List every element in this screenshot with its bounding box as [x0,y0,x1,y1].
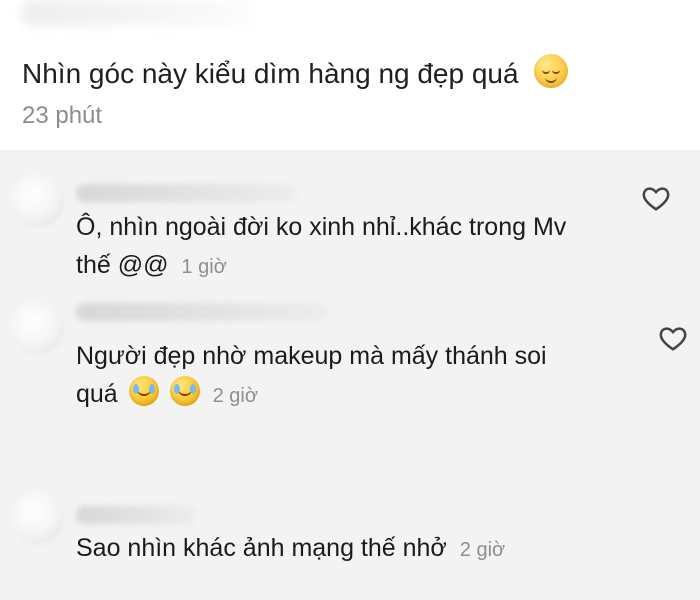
post-time: 23 phút [22,102,103,129]
comment-line-with-time: quá 2 giờ [76,375,547,415]
comment-text: Người đẹp nhờ makeup mà mấy thánh soi qu… [76,337,547,415]
relieved-face-icon [534,54,569,88]
heart-icon[interactable] [658,323,688,353]
comment-item: Người đẹp nhờ makeup mà mấy thánh soi qu… [0,293,700,443]
comments-screen: Nhìn góc này kiểu dìm hàng ng đẹp quá 23… [0,0,700,600]
blurred-username [76,506,196,524]
comment-line: Ô, nhìn ngoài đời ko xinh nhỉ..khác tron… [76,213,567,241]
comment-line: Sao nhìn khác ảnh mạng thế nhở [76,534,447,562]
comment-time: 2 giờ [459,539,506,561]
relieved-face-left-eye [542,67,551,74]
blurred-post-username [22,0,252,26]
avatar[interactable] [10,491,64,545]
comment-text: Ô, nhìn ngoài đời ko xinh nhỉ..khác tron… [76,208,566,286]
blurred-username [76,184,296,202]
heart-icon[interactable] [641,183,671,213]
post-caption: Nhìn góc này kiểu dìm hàng ng đẹp quá [22,54,569,90]
avatar[interactable] [10,174,64,228]
comment-time: 2 giờ [212,385,258,407]
comment-line-with-time: thế @@ 1 giờ [76,246,566,286]
laughing-face-icon [128,376,159,406]
comment-line: Người đẹp nhờ makeup mà mấy thánh soi [76,342,547,370]
comment-time: 1 giờ [181,256,227,278]
avatar[interactable] [10,301,64,355]
comment-item: Sao nhìn khác ảnh mạng thế nhở 2 giờ [0,463,700,600]
laughing-face-icon [169,376,200,406]
comment-item: Ô, nhìn ngoài đời ko xinh nhỉ..khác tron… [0,150,700,279]
post-caption-text: Nhìn góc này kiểu dìm hàng ng đẹp quá [22,58,519,89]
comment-line: thế @@ [76,251,169,279]
relieved-face-right-eye [552,67,561,74]
comment-text: Sao nhìn khác ảnh mạng thế nhở 2 giờ [76,529,505,569]
comment-line: quá [76,380,118,408]
post-header: Nhìn góc này kiểu dìm hàng ng đẹp quá 23… [0,0,700,150]
blurred-username [76,303,326,321]
comment-list: Ô, nhìn ngoài đời ko xinh nhỉ..khác tron… [0,150,700,600]
relieved-face-mouth [545,74,558,83]
